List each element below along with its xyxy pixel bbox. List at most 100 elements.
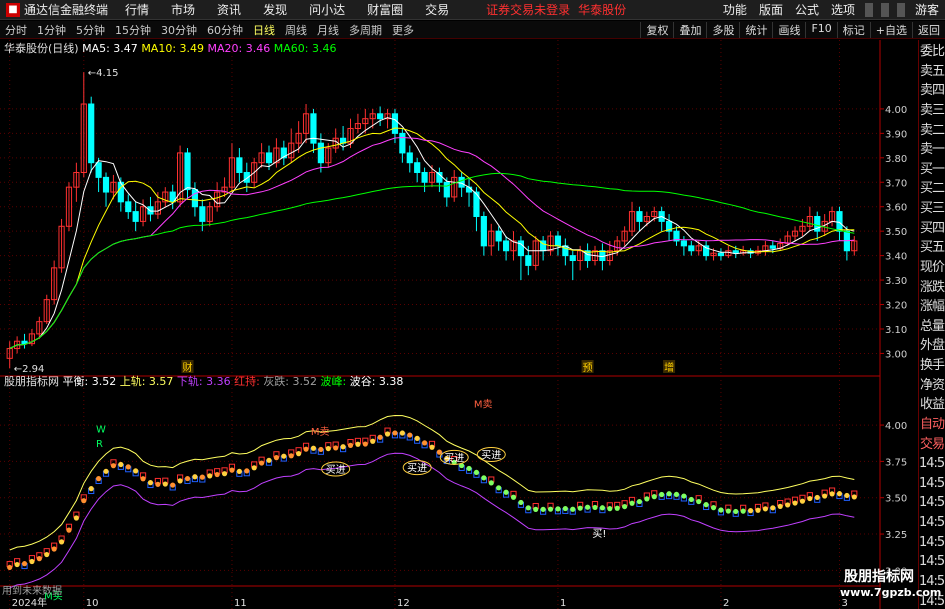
side-item[interactable]: 14:56 bbox=[919, 531, 945, 551]
tool-overlay[interactable]: 叠加 bbox=[673, 21, 706, 38]
tool-mark[interactable]: 标记 bbox=[836, 21, 870, 38]
login-status[interactable]: 证券交易未登录 bbox=[486, 1, 570, 18]
indicator-legend-item: 灰跌: 3.52 bbox=[263, 374, 320, 388]
balance-dot bbox=[607, 506, 613, 512]
signal-label: M卖 bbox=[311, 426, 330, 438]
candle bbox=[184, 148, 191, 200]
menu-discover[interactable]: 发现 bbox=[252, 1, 298, 18]
side-item[interactable]: 自动 bbox=[919, 413, 945, 433]
side-item[interactable]: 14:55 bbox=[919, 452, 945, 472]
tool-add-watch[interactable]: +自选 bbox=[869, 21, 912, 38]
app-title: 通达信金融终端 bbox=[24, 3, 109, 17]
candle bbox=[169, 184, 176, 210]
menu-quotes[interactable]: 行情 bbox=[114, 1, 160, 18]
tool-multi-stock[interactable]: 多股 bbox=[706, 21, 739, 38]
side-item[interactable]: 14:55 bbox=[919, 472, 945, 492]
period-intraday[interactable]: 分时 bbox=[0, 22, 32, 38]
balance-dot bbox=[733, 508, 739, 515]
side-item[interactable]: 涨跌 bbox=[919, 276, 945, 296]
tool-f10[interactable]: F10 bbox=[805, 21, 836, 38]
menu-trade[interactable]: 交易 bbox=[414, 1, 460, 18]
tool-adjust[interactable]: 复权 bbox=[640, 21, 673, 38]
chart-area[interactable]: 3.00 3.10 3.20 3.30 3.40 3.50 3.60 3.70 3.80 3.90… bbox=[0, 40, 918, 609]
ma5-line bbox=[9, 117, 855, 349]
side-item[interactable]: 卖二 bbox=[919, 119, 945, 139]
app-logo: ■ 通达信金融终端 bbox=[0, 1, 114, 18]
side-item[interactable]: 14:56 bbox=[919, 550, 945, 570]
candle bbox=[58, 218, 65, 273]
side-item[interactable]: 现价 bbox=[919, 256, 945, 276]
side-item[interactable]: 交易 bbox=[919, 433, 945, 453]
signal-label: M卖 bbox=[474, 399, 493, 411]
period-more[interactable]: 更多 bbox=[387, 22, 419, 38]
side-item[interactable]: 14:55 bbox=[919, 511, 945, 531]
candle bbox=[806, 206, 813, 232]
side-item[interactable]: 卖五 bbox=[919, 60, 945, 80]
balance-dot bbox=[244, 468, 250, 474]
period-60min[interactable]: 60分钟 bbox=[202, 22, 248, 38]
menu-layout[interactable]: 版面 bbox=[753, 1, 789, 18]
period-multi[interactable]: 多周期 bbox=[344, 22, 387, 38]
menu-options[interactable]: 选项 bbox=[825, 1, 861, 18]
close-icon[interactable] bbox=[896, 2, 905, 17]
side-item[interactable]: 买五 bbox=[919, 236, 945, 256]
candle-body bbox=[95, 162, 102, 178]
menu-formula[interactable]: 公式 bbox=[789, 1, 825, 18]
side-item[interactable]: 外盘 bbox=[919, 334, 945, 354]
menu-news[interactable]: 资讯 bbox=[206, 1, 252, 18]
event-marker: 财 bbox=[183, 361, 193, 374]
side-item[interactable]: 涨幅 bbox=[919, 295, 945, 315]
menu-function[interactable]: 功能 bbox=[717, 1, 753, 18]
watermark: 股朋指标网 www.7gpzb.com bbox=[840, 566, 941, 599]
side-item[interactable]: 买三 bbox=[919, 197, 945, 217]
balance-dot bbox=[66, 527, 72, 533]
balance-dot bbox=[229, 467, 235, 473]
candle bbox=[302, 104, 310, 144]
menu-ask[interactable]: 问小达 bbox=[298, 1, 356, 18]
candle bbox=[406, 145, 413, 173]
candle-body bbox=[636, 211, 643, 222]
balance-dot bbox=[844, 492, 850, 499]
side-item[interactable]: 卖一 bbox=[919, 138, 945, 158]
balance-dot bbox=[177, 478, 183, 484]
side-item[interactable]: 净资 bbox=[919, 374, 945, 394]
balance-dot bbox=[7, 564, 13, 571]
period-weekly[interactable]: 周线 bbox=[280, 22, 312, 38]
tool-stats[interactable]: 统计 bbox=[739, 21, 772, 38]
period-30min[interactable]: 30分钟 bbox=[156, 22, 202, 38]
balance-dot bbox=[436, 449, 443, 455]
balance-dot bbox=[310, 445, 317, 451]
candle-body bbox=[525, 255, 532, 266]
event-marker: 预 bbox=[583, 362, 593, 374]
period-monthly[interactable]: 月线 bbox=[312, 22, 344, 38]
balance-dot bbox=[259, 460, 265, 466]
period-15min[interactable]: 15分钟 bbox=[110, 22, 156, 38]
minimize-icon[interactable] bbox=[864, 2, 873, 17]
side-item[interactable]: 买二 bbox=[919, 177, 945, 197]
balance-dot bbox=[303, 446, 309, 452]
side-item[interactable]: 总量 bbox=[919, 315, 945, 335]
indicator-legend-item: 平衡: 3.52 bbox=[63, 375, 120, 388]
account-label[interactable]: 游客 bbox=[909, 1, 945, 18]
candle bbox=[154, 192, 161, 219]
side-item[interactable]: 卖四 bbox=[919, 79, 945, 99]
side-item[interactable]: 买四 bbox=[919, 217, 945, 237]
side-item[interactable]: 委比 bbox=[919, 40, 945, 60]
maximize-icon[interactable] bbox=[880, 2, 889, 17]
menu-market[interactable]: 市场 bbox=[160, 1, 206, 18]
period-daily[interactable]: 日线 bbox=[248, 22, 280, 38]
side-item[interactable]: 买一 bbox=[919, 158, 945, 178]
side-item[interactable]: 卖三 bbox=[919, 99, 945, 119]
period-5min[interactable]: 5分钟 bbox=[71, 22, 110, 38]
side-item[interactable]: 14:55 bbox=[919, 491, 945, 511]
candle bbox=[354, 113, 362, 134]
menu-wealth[interactable]: 财富圈 bbox=[356, 1, 414, 18]
tool-draw[interactable]: 画线 bbox=[772, 21, 805, 38]
candle bbox=[851, 236, 858, 256]
tool-back[interactable]: 返回 bbox=[912, 21, 945, 38]
balance-dot bbox=[755, 507, 761, 513]
period-1min[interactable]: 1分钟 bbox=[32, 22, 71, 38]
side-item[interactable]: 换手 bbox=[919, 354, 945, 374]
candle bbox=[828, 206, 836, 227]
side-item[interactable]: 收益 bbox=[919, 393, 945, 413]
